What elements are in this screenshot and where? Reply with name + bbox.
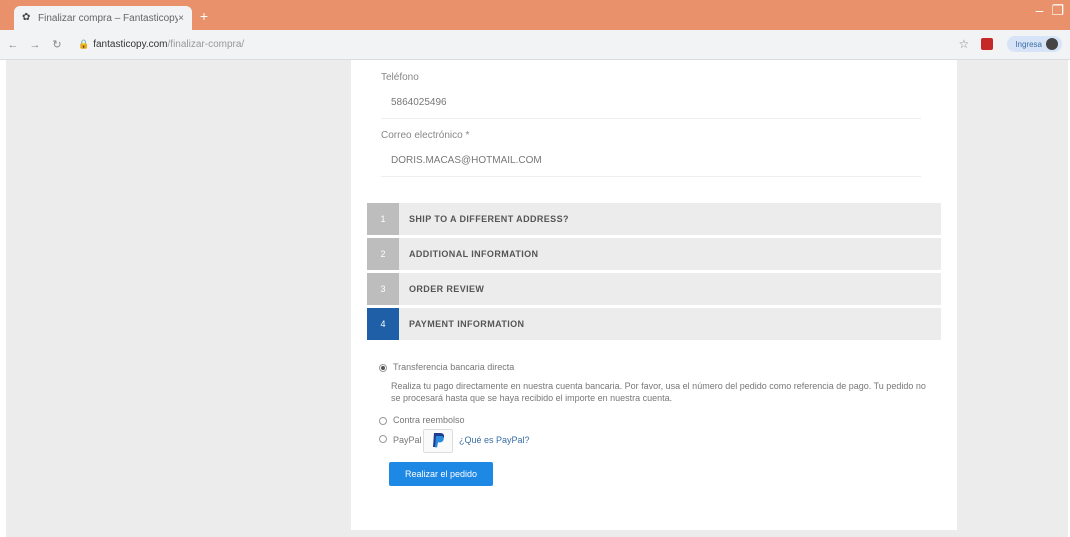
step-additional-information[interactable]: 2 ADDITIONAL INFORMATION xyxy=(367,238,941,270)
back-icon[interactable]: ← xyxy=(4,39,22,51)
email-divider xyxy=(381,176,921,177)
place-order-button[interactable]: Realizar el pedido xyxy=(389,462,493,486)
phone-field[interactable]: 5864025496 xyxy=(391,97,447,108)
bank-transfer-description: Realiza tu pago directamente en nuestra … xyxy=(391,381,926,403)
reload-icon[interactable]: ↻ xyxy=(48,38,66,51)
profile-button[interactable]: Ingresa xyxy=(1007,36,1062,52)
phone-divider xyxy=(381,118,921,119)
phone-label: Teléfono xyxy=(381,72,419,83)
bank-transfer-radio[interactable] xyxy=(379,364,387,372)
page-background: Teléfono 5864025496 Correo electrónico *… xyxy=(6,60,1068,537)
email-field[interactable]: DORIS.MACAS@HOTMAIL.COM xyxy=(391,155,542,166)
step-label: SHIP TO A DIFFERENT ADDRESS? xyxy=(409,214,569,224)
bank-transfer-label[interactable]: Transferencia bancaria directa xyxy=(393,362,514,372)
paypal-logo-icon xyxy=(423,429,453,453)
bookmark-star-icon[interactable]: ☆ xyxy=(959,37,970,51)
profile-label: Ingresa xyxy=(1015,39,1042,49)
browser-tab[interactable]: ✿ Finalizar compra – Fantasticopy × xyxy=(14,6,192,30)
step-label: ORDER REVIEW xyxy=(409,284,485,294)
browser-toolbar: ← → ↻ 🔒 fantasticopy.com/finalizar-compr… xyxy=(0,30,1070,60)
url-host: fantasticopy.com xyxy=(93,39,168,50)
url-path: /finalizar-compra/ xyxy=(167,39,245,50)
new-tab-icon[interactable]: + xyxy=(196,8,212,24)
email-label: Correo electrónico * xyxy=(381,130,470,141)
lock-icon[interactable]: 🔒 xyxy=(78,39,89,50)
window-controls: – ❐ xyxy=(1028,2,1064,19)
step-label: ADDITIONAL INFORMATION xyxy=(409,249,539,259)
extension-icon[interactable] xyxy=(981,38,994,50)
what-is-paypal-link[interactable]: ¿Qué es PayPal? xyxy=(459,435,530,445)
paypal-radio[interactable] xyxy=(379,435,387,443)
browser-tab-bar: ✿ Finalizar compra – Fantasticopy × + – ❐ xyxy=(0,0,1070,30)
step-number: 2 xyxy=(367,238,399,270)
address-bar[interactable]: fantasticopy.com/finalizar-compra/ xyxy=(93,39,244,50)
tab-close-icon[interactable]: × xyxy=(178,13,184,24)
forward-icon[interactable]: → xyxy=(26,39,44,51)
cod-label[interactable]: Contra reembolso xyxy=(393,415,465,425)
step-number: 1 xyxy=(367,203,399,235)
step-ship-different-address[interactable]: 1 SHIP TO A DIFFERENT ADDRESS? xyxy=(367,203,941,235)
step-order-review[interactable]: 3 ORDER REVIEW xyxy=(367,273,941,305)
site-favicon-icon: ✿ xyxy=(22,12,31,23)
step-number: 4 xyxy=(367,308,399,340)
step-payment-information[interactable]: 4 PAYMENT INFORMATION xyxy=(367,308,941,340)
restore-icon[interactable]: ❐ xyxy=(1051,2,1064,18)
step-label: PAYMENT INFORMATION xyxy=(409,319,525,329)
minimize-icon[interactable]: – xyxy=(1036,2,1044,18)
tab-title: Finalizar compra – Fantasticopy xyxy=(38,12,179,24)
checkout-card: Teléfono 5864025496 Correo electrónico *… xyxy=(351,60,957,530)
step-number: 3 xyxy=(367,273,399,305)
paypal-label[interactable]: PayPal xyxy=(393,435,422,445)
cod-radio[interactable] xyxy=(379,417,387,425)
avatar-icon xyxy=(1046,38,1058,50)
